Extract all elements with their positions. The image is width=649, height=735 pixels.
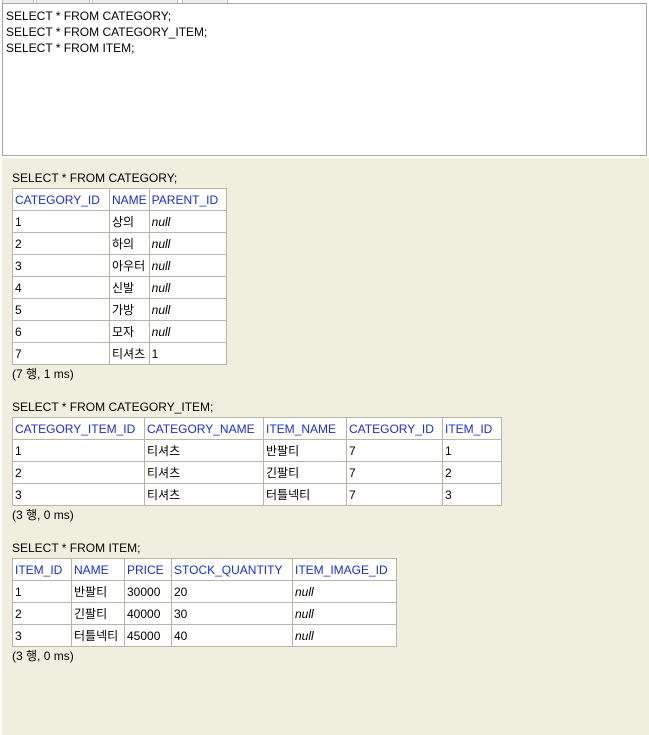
cell: null bbox=[292, 580, 397, 603]
cell: null bbox=[148, 298, 227, 321]
table-row: 3 터틀넥티 45000 40 null bbox=[12, 624, 397, 647]
result-table: ITEM_ID NAME PRICE STOCK_QUANTITY ITEM_I… bbox=[12, 558, 397, 647]
column-header[interactable]: NAME bbox=[109, 188, 150, 211]
sql-editor[interactable]: SELECT * FROM CATEGORY; SELECT * FROM CA… bbox=[2, 3, 647, 156]
table-row: 1 티셔츠 반팔티 7 1 bbox=[12, 439, 502, 462]
cell: 40 bbox=[171, 624, 293, 647]
cell: 1 bbox=[12, 439, 145, 462]
sql-line: SELECT * FROM CATEGORY_ITEM; bbox=[6, 25, 208, 39]
table-row: 3 아우터 null bbox=[12, 254, 227, 277]
column-header[interactable]: ITEM_ID bbox=[12, 558, 72, 581]
table-row: 5 가방 null bbox=[12, 298, 227, 321]
cell: 3 bbox=[442, 483, 502, 506]
result-statement: SELECT * FROM CATEGORY; bbox=[12, 171, 178, 185]
column-header[interactable]: ITEM_NAME bbox=[263, 417, 347, 440]
cell: 6 bbox=[12, 320, 110, 343]
table-row: 2 티셔츠 긴팔티 7 2 bbox=[12, 461, 502, 484]
cell: 7 bbox=[346, 461, 443, 484]
cell: 2 bbox=[12, 461, 145, 484]
table-row: 4 신발 null bbox=[12, 276, 227, 299]
cell: 반팔티 bbox=[263, 439, 347, 462]
table-row: 1 상의 null bbox=[12, 210, 227, 233]
column-header[interactable]: CATEGORY_ID bbox=[12, 188, 110, 211]
column-header[interactable]: ITEM_IMAGE_ID bbox=[292, 558, 397, 581]
cell: 터틀넥티 bbox=[263, 483, 347, 506]
cell: 1 bbox=[148, 342, 227, 365]
header-row: ITEM_ID NAME PRICE STOCK_QUANTITY ITEM_I… bbox=[12, 558, 397, 581]
cell: 상의 bbox=[109, 210, 150, 233]
cell: 30000 bbox=[124, 580, 172, 603]
cell: 긴팔티 bbox=[263, 461, 347, 484]
cell: null bbox=[148, 254, 227, 277]
cell: 5 bbox=[12, 298, 110, 321]
row-count-footer: (3 행, 0 ms) bbox=[12, 508, 74, 522]
result-table: CATEGORY_ID NAME PARENT_ID 1 상의 null 2 하… bbox=[12, 188, 227, 365]
results-panel: SELECT * FROM CATEGORY; CATEGORY_ID NAME… bbox=[2, 158, 649, 735]
cell: null bbox=[148, 320, 227, 343]
cell: 3 bbox=[12, 254, 110, 277]
cell: 1 bbox=[442, 439, 502, 462]
column-header[interactable]: STOCK_QUANTITY bbox=[171, 558, 293, 581]
column-header[interactable]: PRICE bbox=[124, 558, 172, 581]
cell: 티셔츠 bbox=[144, 483, 264, 506]
cell: 45000 bbox=[124, 624, 172, 647]
cell: 신발 bbox=[109, 276, 150, 299]
cell: null bbox=[292, 624, 397, 647]
cell: 2 bbox=[12, 602, 72, 625]
cell: 반팔티 bbox=[71, 580, 125, 603]
cell: 7 bbox=[346, 483, 443, 506]
sql-line: SELECT * FROM ITEM; bbox=[6, 41, 135, 55]
cell: 7 bbox=[346, 439, 443, 462]
cell: 2 bbox=[442, 461, 502, 484]
cell: 7 bbox=[12, 342, 110, 365]
result-block: SELECT * FROM CATEGORY_ITEM; CATEGORY_IT… bbox=[12, 399, 649, 522]
cell: 2 bbox=[12, 232, 110, 255]
column-header[interactable]: CATEGORY_ITEM_ID bbox=[12, 417, 145, 440]
cell: 긴팔티 bbox=[71, 602, 125, 625]
cell: 1 bbox=[12, 580, 72, 603]
column-header[interactable]: CATEGORY_NAME bbox=[144, 417, 264, 440]
header-row: CATEGORY_ID NAME PARENT_ID bbox=[12, 188, 227, 211]
column-header[interactable]: ITEM_ID bbox=[442, 417, 502, 440]
header-row: CATEGORY_ITEM_ID CATEGORY_NAME ITEM_NAME… bbox=[12, 417, 502, 440]
table-row: 2 하의 null bbox=[12, 232, 227, 255]
table-row: 7 티셔츠 1 bbox=[12, 342, 227, 365]
row-count-footer: (7 행, 1 ms) bbox=[12, 367, 74, 381]
column-header[interactable]: NAME bbox=[71, 558, 125, 581]
cell: 20 bbox=[171, 580, 293, 603]
cell: 티셔츠 bbox=[144, 461, 264, 484]
cell: null bbox=[148, 210, 227, 233]
cell: null bbox=[148, 232, 227, 255]
cell: 30 bbox=[171, 602, 293, 625]
column-header[interactable]: CATEGORY_ID bbox=[346, 417, 443, 440]
cell: 1 bbox=[12, 210, 110, 233]
cell: 아우터 bbox=[109, 254, 150, 277]
cell: null bbox=[148, 276, 227, 299]
result-block: SELECT * FROM CATEGORY; CATEGORY_ID NAME… bbox=[12, 170, 649, 381]
cell: 3 bbox=[12, 624, 72, 647]
cell: 티셔츠 bbox=[109, 342, 150, 365]
result-statement: SELECT * FROM CATEGORY_ITEM; bbox=[12, 400, 214, 414]
column-header[interactable]: PARENT_ID bbox=[148, 188, 227, 211]
sql-line: SELECT * FROM CATEGORY; bbox=[6, 9, 172, 23]
table-row: 3 티셔츠 터틀넥티 7 3 bbox=[12, 483, 502, 506]
cell: 가방 bbox=[109, 298, 150, 321]
cell: 40000 bbox=[124, 602, 172, 625]
cell: null bbox=[292, 602, 397, 625]
result-statement: SELECT * FROM ITEM; bbox=[12, 541, 141, 555]
row-count-footer: (3 행, 0 ms) bbox=[12, 649, 74, 663]
table-row: 1 반팔티 30000 20 null bbox=[12, 580, 397, 603]
result-block: SELECT * FROM ITEM; ITEM_ID NAME PRICE S… bbox=[12, 540, 649, 663]
cell: 하의 bbox=[109, 232, 150, 255]
cell: 3 bbox=[12, 483, 145, 506]
table-row: 2 긴팔티 40000 30 null bbox=[12, 602, 397, 625]
cell: 4 bbox=[12, 276, 110, 299]
cell: 터틀넥티 bbox=[71, 624, 125, 647]
table-row: 6 모자 null bbox=[12, 320, 227, 343]
cell: 티셔츠 bbox=[144, 439, 264, 462]
result-table: CATEGORY_ITEM_ID CATEGORY_NAME ITEM_NAME… bbox=[12, 417, 502, 506]
cell: 모자 bbox=[109, 320, 150, 343]
